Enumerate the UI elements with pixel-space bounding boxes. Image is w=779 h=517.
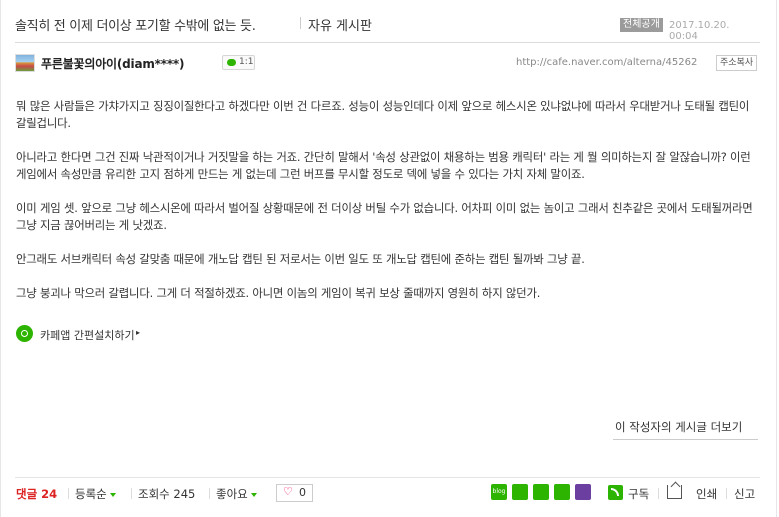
more-posts-button[interactable]: 이 작성자의 게시글 더보기 — [613, 418, 758, 440]
share-icon[interactable] — [667, 485, 682, 499]
arrow-right-icon: ▸ — [136, 328, 141, 337]
plus-share-icon[interactable] — [575, 484, 591, 500]
like-count: 0 — [299, 486, 306, 499]
author-name[interactable]: 푸른불꽃의아이(diam****) — [41, 55, 184, 72]
copy-url-button[interactable]: 주소복사 — [716, 55, 758, 71]
body-paragraph: 안그래도 서브캐릭터 속성 갈맞춤 때문에 개노답 캡틴 된 저로서는 이번 일… — [16, 252, 585, 266]
post-title: 솔직히 전 이제 더이상 포기할 수밖에 없는 듯. — [15, 19, 256, 34]
more-posts-label: 이 작성자의 게시글 더보기 — [615, 420, 743, 434]
blog-share-icon[interactable]: blog — [491, 484, 507, 500]
chevron-down-icon — [109, 492, 116, 497]
board-link[interactable]: 자유 게시판 — [308, 15, 372, 34]
body-paragraph: 이미 게임 셋. 앞으로 그냥 헤스시온에 따라서 벌어질 상황때문에 전 더이… — [16, 201, 753, 232]
chevron-down-icon — [250, 492, 257, 497]
body-paragraph: 그냥 붕괴나 막으러 갈렵니다. 그게 더 적절하겠죠. 아니면 이놈의 게임이… — [16, 286, 541, 300]
chat-button[interactable]: 1:1 — [222, 55, 255, 70]
chat-bubble-icon — [227, 59, 236, 66]
footer-separator — [658, 488, 659, 499]
footer-divider — [15, 477, 760, 478]
title-separator — [300, 17, 301, 29]
print-button[interactable]: 인쇄 — [696, 486, 717, 502]
title-divider — [15, 42, 760, 43]
chat-count: 1:1 — [239, 57, 254, 67]
avatar[interactable] — [15, 54, 35, 72]
post-url[interactable]: http://cafe.naver.com/alterna/45262 — [516, 57, 697, 68]
like-button[interactable]: ♡ 0 — [276, 484, 313, 502]
footer-separator — [726, 488, 727, 499]
footer-separator — [131, 488, 132, 499]
likes-label: 좋아요 — [216, 487, 248, 501]
footer-separator — [209, 488, 210, 499]
author-row: 푸른불꽃의아이(diam****) 1:1 http://cafe.naver.… — [15, 52, 760, 72]
body-paragraph: 뭐 많은 사람들은 가챠가지고 징징이질한다고 하겠다만 이번 건 다르죠. 성… — [16, 99, 750, 130]
footer-separator — [68, 488, 69, 499]
sort-dropdown[interactable]: 등록순 — [75, 486, 116, 502]
subscribe-icon[interactable] — [608, 485, 623, 500]
post-header: 솔직히 전 이제 더이상 포기할 수밖에 없는 듯. 자유 게시판 전체공개 2… — [15, 12, 760, 42]
view-count: 조회수 245 — [138, 487, 196, 501]
post-body: 뭐 많은 사람들은 가챠가지고 징징이질한다고 하겠다만 이번 건 다르죠. 성… — [16, 98, 758, 319]
app-install-label[interactable]: 카페앱 간편설치하기 — [40, 327, 135, 343]
body-paragraph: 아니라고 한다면 그건 진짜 낙관적이거나 거짓말을 하는 거죠. 간단히 말해… — [16, 150, 751, 181]
post-frame: 솔직히 전 이제 더이상 포기할 수밖에 없는 듯. 자유 게시판 전체공개 2… — [0, 0, 777, 517]
report-button[interactable]: 신고 — [734, 486, 755, 502]
sort-label: 등록순 — [75, 487, 107, 501]
cafe-share-icon[interactable] — [512, 484, 528, 500]
memo-share-icon[interactable] — [554, 484, 570, 500]
likes-dropdown[interactable]: 좋아요 — [216, 486, 257, 502]
band-share-icon[interactable] — [533, 484, 549, 500]
cafe-app-icon — [16, 325, 33, 342]
heart-icon: ♡ — [283, 485, 293, 498]
comment-count[interactable]: 댓글 24 — [16, 486, 57, 502]
scope-badge: 전체공개 — [620, 18, 663, 32]
subscribe-button[interactable]: 구독 — [628, 486, 649, 502]
post-date: 2017.10.20. 00:04 — [669, 20, 730, 42]
post-footer: 댓글 24 등록순 조회수 245 좋아요 ♡ 0 blog 구독 인쇄 신고 — [16, 484, 761, 504]
